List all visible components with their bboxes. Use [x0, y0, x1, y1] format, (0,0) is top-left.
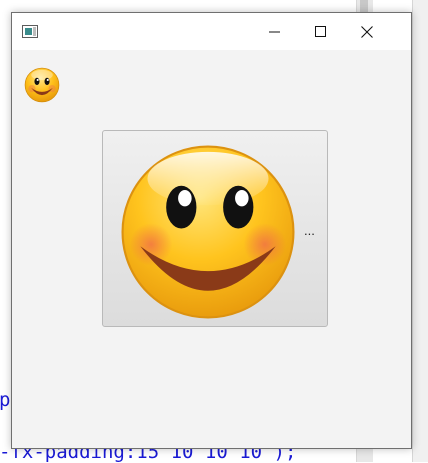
editor-side-panel [412, 0, 428, 462]
button-label: ... [304, 223, 315, 238]
window-content: ... [12, 50, 411, 448]
smiley-emoji-icon [24, 67, 60, 103]
app-window: ... [11, 12, 412, 449]
minimize-button[interactable] [252, 13, 298, 50]
close-icon [361, 25, 373, 38]
maximize-icon [315, 25, 326, 37]
app-icon [22, 25, 38, 38]
smiley-emoji-icon [121, 145, 295, 319]
title-bar[interactable] [12, 13, 411, 50]
close-button[interactable] [344, 13, 390, 50]
emoji-button[interactable]: ... [102, 130, 328, 327]
maximize-button[interactable] [298, 13, 344, 50]
minimize-icon [269, 31, 280, 32]
